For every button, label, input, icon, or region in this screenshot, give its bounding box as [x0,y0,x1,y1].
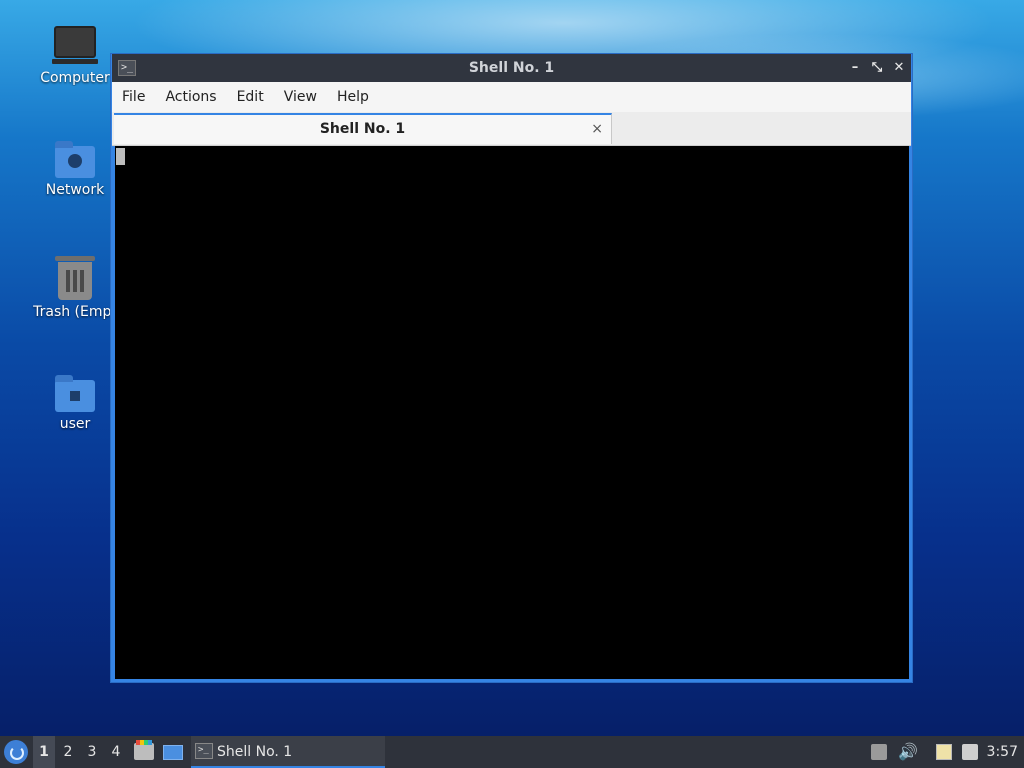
network-icon[interactable] [962,744,978,760]
menu-file[interactable]: File [112,82,155,112]
file-manager-icon[interactable] [134,740,154,760]
trash-icon [55,256,95,300]
taskbar: 1 2 3 4 >_ Shell No. 1 🔊 3:57 [0,736,1024,768]
terminal-window: >_ Shell No. 1 – ⤡ ✕ File Actions Edit View… [110,53,913,683]
workspace-3[interactable]: 3 [81,736,103,768]
computer-icon [52,26,98,64]
start-menu-icon[interactable] [4,740,28,764]
window-title: Shell No. 1 [468,60,555,76]
menu-view[interactable]: View [274,82,327,112]
close-button[interactable]: ✕ [889,58,909,78]
eject-icon[interactable] [871,744,887,760]
task-label: Shell No. 1 [217,744,293,760]
menu-actions[interactable]: Actions [155,82,226,112]
menubar: File Actions Edit View Help [112,82,911,112]
menu-help[interactable]: Help [327,82,379,112]
tab-shell-1[interactable]: Shell No. 1 × [114,113,612,144]
tab-label: Shell No. 1 [319,121,406,137]
minimize-button[interactable]: – [845,58,865,78]
tab-close-icon[interactable]: × [591,115,603,144]
show-desktop-icon[interactable] [163,745,183,760]
workspace-2[interactable]: 2 [57,736,79,768]
terminal-icon: >_ [195,743,213,759]
clipboard-icon[interactable] [936,744,952,760]
network-folder-icon [55,141,95,178]
volume-icon[interactable]: 🔊 [898,744,918,760]
window-titlebar[interactable]: >_ Shell No. 1 – ⤡ ✕ [112,54,911,82]
workspace-1[interactable]: 1 [33,736,55,768]
tab-bar: Shell No. 1 × [112,112,911,146]
workspace-4[interactable]: 4 [105,736,127,768]
text-cursor [116,148,125,165]
taskbar-task-shell[interactable]: >_ Shell No. 1 [191,736,385,768]
clock[interactable]: 3:57 [987,736,1018,768]
restore-button[interactable]: ⤡ [867,58,887,78]
home-folder-icon [55,375,95,412]
terminal-area[interactable] [115,146,909,679]
menu-edit[interactable]: Edit [227,82,274,112]
